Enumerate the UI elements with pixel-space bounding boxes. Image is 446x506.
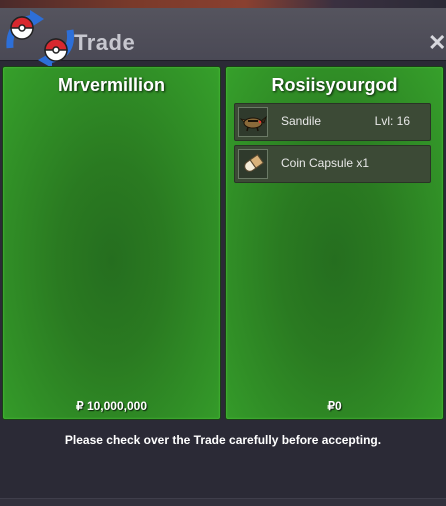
right-player-name: Rosiisyourgod	[271, 75, 398, 95]
coin-capsule-icon	[238, 149, 268, 179]
item-name: Sandile	[281, 114, 322, 128]
top-strip	[0, 0, 446, 8]
my-offer-panel[interactable]: Mrvermillion ₽ 10,000,000	[2, 66, 221, 420]
title-bar[interactable]: Trade ✕	[0, 8, 446, 68]
trade-item-sandile[interactable]: Sandile Lvl: 16	[234, 103, 431, 141]
left-money-amount[interactable]: ₽ 10,000,000	[3, 399, 220, 413]
sandile-icon	[238, 107, 268, 137]
close-icon[interactable]: ✕	[428, 30, 446, 56]
item-level: Lvl: 16	[374, 114, 410, 128]
pokeball-swap-icon	[6, 10, 75, 68]
trade-warning-text: Please check over the Trade carefully be…	[64, 433, 382, 447]
trade-item-coin-capsule[interactable]: Coin Capsule x1	[234, 145, 431, 183]
right-money-amount: ₽0	[327, 399, 342, 413]
left-player-name: Mrvermillion	[57, 75, 166, 95]
window-title: Trade	[74, 30, 136, 55]
partner-offer-panel[interactable]: Rosiisyourgod Sandile Lvl: 16 Coin Capsu…	[225, 66, 444, 420]
item-name: Coin Capsule x1	[281, 156, 370, 170]
